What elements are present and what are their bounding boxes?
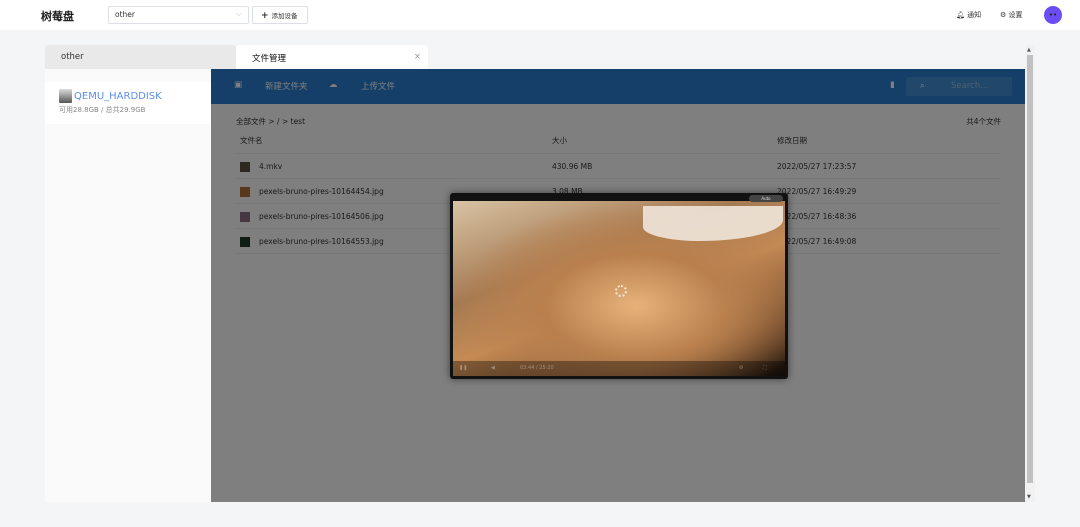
gear-icon: ⚙ [1000, 11, 1007, 19]
quality-button[interactable]: Auto [749, 195, 783, 202]
scrollbar[interactable]: ▲ ▼ [1025, 45, 1035, 502]
disk-panel: QEMU_HARDDISK 可用28.8GB / 总共29.9GB [45, 69, 211, 502]
device-select-value: other [115, 10, 135, 19]
disk-usage: 可用28.8GB / 总共29.9GB [59, 106, 146, 114]
close-icon[interactable]: × [414, 52, 421, 62]
loading-spinner-icon [615, 285, 627, 297]
tab-label: other [61, 52, 84, 62]
scroll-up-icon[interactable]: ▲ [1027, 47, 1031, 53]
time-display: 03:44 / 25:20 [520, 365, 554, 371]
gear-icon[interactable]: ⚙ [739, 365, 743, 371]
add-device-button[interactable]: + 添加设备 [252, 6, 308, 24]
scroll-down-icon[interactable]: ▼ [1027, 494, 1031, 500]
usb-drive-icon [59, 89, 72, 103]
device-select[interactable]: other ⌵ [108, 6, 249, 24]
play-pause-icon[interactable]: ❚❚ [459, 365, 467, 371]
settings-label: 设置 [1008, 11, 1023, 19]
app-logo: 树莓盘 [41, 10, 74, 23]
avatar[interactable]: •• [1044, 6, 1062, 24]
top-bar: 树莓盘 other ⌵ + 添加设备 🔔︎ 通知 ⚙ 设置 •• [0, 0, 1080, 30]
scrollbar-thumb[interactable] [1027, 55, 1033, 483]
tab-file-manager[interactable]: 文件管理 × [236, 45, 428, 69]
disk-name: QEMU_HARDDISK [74, 90, 162, 102]
tab-label: 文件管理 [252, 54, 287, 64]
chevron-down-icon: ⌵ [235, 9, 242, 18]
settings-button[interactable]: ⚙ 设置 [1000, 10, 1023, 20]
plus-icon: + [261, 11, 269, 21]
volume-icon[interactable]: ◀ [491, 365, 495, 371]
fullscreen-icon[interactable]: ⛶ [763, 365, 767, 371]
tab-other[interactable]: other [45, 45, 236, 69]
add-device-label: 添加设备 [271, 12, 298, 20]
video-player[interactable]: Auto ❚❚ ◀ 03:44 / 25:20 ⚙ ⛶ [450, 193, 788, 379]
bell-icon: 🔔︎ [956, 11, 965, 19]
notify-button[interactable]: 🔔︎ 通知 [956, 10, 981, 20]
video-controls: ❚❚ ◀ 03:44 / 25:20 ⚙ ⛶ [453, 361, 785, 376]
disk-item[interactable]: QEMU_HARDDISK 可用28.8GB / 总共29.9GB [45, 82, 211, 124]
notify-label: 通知 [967, 11, 982, 19]
